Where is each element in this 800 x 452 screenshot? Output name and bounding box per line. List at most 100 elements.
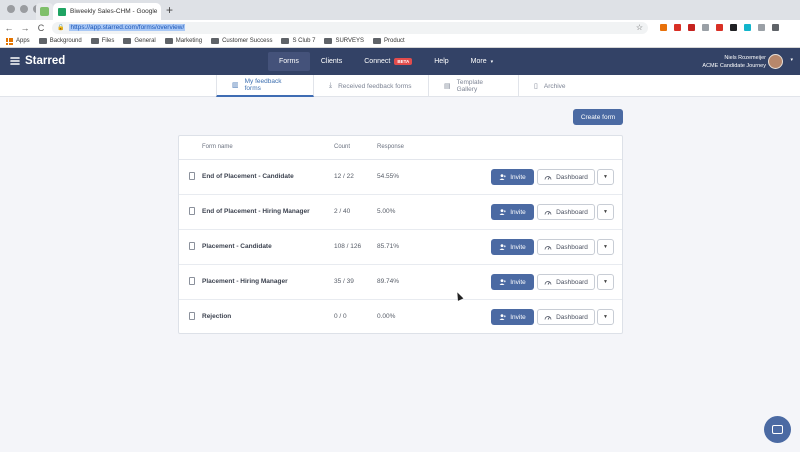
new-tab-button[interactable]: + bbox=[166, 3, 173, 17]
account-chevron-down-icon[interactable]: ▾ bbox=[790, 57, 793, 63]
header-form-name[interactable]: Form name bbox=[202, 144, 233, 150]
bookmark-item[interactable]: Files bbox=[90, 38, 114, 44]
invite-label: Invite bbox=[510, 278, 526, 286]
bookmark-label: Marketing bbox=[175, 38, 203, 44]
nav-forms[interactable]: Forms bbox=[268, 52, 310, 71]
tab-template-gallery[interactable]: ▤ Template Gallery bbox=[429, 75, 519, 97]
bookmark-item[interactable]: General bbox=[123, 38, 156, 44]
nav-help[interactable]: Help bbox=[423, 52, 459, 71]
nav-clients-label: Clients bbox=[320, 58, 343, 65]
dashboard-label: Dashboard bbox=[556, 313, 588, 321]
bookmark-item[interactable]: S Club 7 bbox=[281, 38, 315, 44]
extension-icon[interactable] bbox=[758, 24, 765, 31]
row-options-button[interactable]: ▼ bbox=[597, 239, 614, 255]
browser-toolbar: ← → C 🔒 https://app.starred.com/forms/ov… bbox=[0, 20, 800, 35]
header-response[interactable]: Response bbox=[377, 144, 404, 150]
extension-icon[interactable] bbox=[660, 24, 667, 31]
document-icon bbox=[189, 172, 195, 180]
gauge-icon bbox=[544, 316, 552, 320]
back-icon[interactable]: ← bbox=[4, 23, 14, 33]
table-row: Placement - Hiring Manager 35 / 39 89.74% I… bbox=[179, 265, 622, 300]
starred-logo[interactable]: Starred bbox=[9, 55, 65, 67]
bookmark-label: S Club 7 bbox=[292, 38, 316, 44]
url-text[interactable]: https://app.starred.com/forms/overview/ bbox=[69, 24, 186, 31]
tab-archive[interactable]: ▯ Archive bbox=[519, 75, 585, 97]
invite-button[interactable]: Invite bbox=[491, 309, 534, 325]
form-count: 12 / 22 bbox=[334, 173, 354, 180]
dashboard-button[interactable]: Dashboard bbox=[537, 169, 595, 185]
extension-icon[interactable] bbox=[688, 24, 695, 31]
caret-down-icon: ▼ bbox=[603, 314, 608, 320]
bookmark-item[interactable]: Apps bbox=[6, 37, 30, 45]
extension-icon[interactable] bbox=[702, 24, 709, 31]
form-name[interactable]: Placement - Candidate bbox=[202, 243, 272, 250]
add-user-icon bbox=[499, 244, 507, 250]
form-response: 89.74% bbox=[377, 278, 400, 285]
folder-icon bbox=[211, 38, 220, 44]
chat-launcher-button[interactable] bbox=[764, 416, 791, 443]
row-options-button[interactable]: ▼ bbox=[597, 169, 614, 185]
extension-icon[interactable] bbox=[716, 24, 723, 31]
bookmark-item[interactable]: Product bbox=[373, 38, 405, 44]
bookmark-label: Product bbox=[384, 38, 405, 44]
bookmark-item[interactable]: Marketing bbox=[164, 38, 203, 44]
row-options-button[interactable]: ▼ bbox=[597, 274, 614, 290]
browser-tab-active[interactable]: Biweekly Sales-CHM - Google × bbox=[53, 3, 161, 20]
extension-icon[interactable] bbox=[730, 24, 737, 31]
nav-more[interactable]: More ▾ bbox=[460, 52, 504, 71]
form-name[interactable]: Placement - Hiring Manager bbox=[202, 278, 288, 285]
dashboard-button[interactable]: Dashboard bbox=[537, 309, 595, 325]
row-options-button[interactable]: ▼ bbox=[597, 309, 614, 325]
bookmark-star-icon[interactable]: ☆ bbox=[636, 23, 643, 32]
address-bar[interactable]: 🔒 https://app.starred.com/forms/overview… bbox=[52, 21, 648, 34]
nav-forms-label: Forms bbox=[279, 58, 299, 65]
bookmark-item[interactable]: Background bbox=[38, 38, 82, 44]
reload-icon[interactable]: C bbox=[36, 23, 46, 33]
caret-down-icon: ▼ bbox=[603, 279, 608, 285]
avatar[interactable] bbox=[768, 54, 783, 69]
forward-icon[interactable]: → bbox=[20, 23, 30, 33]
nav-help-label: Help bbox=[434, 58, 449, 65]
minimize-window-button[interactable] bbox=[20, 5, 28, 13]
bookmark-item[interactable]: Customer Success bbox=[211, 38, 272, 44]
bookmark-item[interactable]: SURVEYS bbox=[324, 38, 364, 44]
invite-label: Invite bbox=[510, 243, 526, 251]
dashboard-label: Dashboard bbox=[556, 278, 588, 286]
dashboard-button[interactable]: Dashboard bbox=[537, 274, 595, 290]
tab-my-feedback-forms[interactable]: ▥ My feedback forms bbox=[216, 75, 314, 97]
tab-received-feedback-forms[interactable]: ⤓ Received feedback forms bbox=[314, 75, 429, 97]
dashboard-button[interactable]: Dashboard bbox=[537, 239, 595, 255]
extension-icon[interactable] bbox=[772, 24, 779, 31]
form-response: 0.00% bbox=[377, 313, 396, 320]
browser-tab-bar: Biweekly Sales-CHM - Google × + bbox=[0, 0, 800, 20]
bookmark-label: Background bbox=[49, 38, 82, 44]
folder-icon bbox=[123, 38, 132, 44]
header-count[interactable]: Count bbox=[334, 144, 350, 150]
invite-button[interactable]: Invite bbox=[491, 274, 534, 290]
invite-button[interactable]: Invite bbox=[491, 239, 534, 255]
invite-button[interactable]: Invite bbox=[491, 204, 534, 220]
form-name[interactable]: Rejection bbox=[202, 313, 231, 320]
extension-icon[interactable] bbox=[674, 24, 681, 31]
apps-grid-icon bbox=[6, 37, 13, 45]
create-form-button[interactable]: Create form bbox=[573, 109, 623, 125]
account-info[interactable]: Niels Rozemeijer ACME Candidate Journey bbox=[702, 54, 766, 70]
nav-clients[interactable]: Clients bbox=[310, 52, 353, 71]
row-options-button[interactable]: ▼ bbox=[597, 204, 614, 220]
form-name[interactable]: End of Placement - Hiring Manager bbox=[202, 208, 310, 215]
user-org: ACME Candidate Journey bbox=[702, 63, 766, 69]
dashboard-button[interactable]: Dashboard bbox=[537, 204, 595, 220]
main-nav: Forms Clients Connect BETA Help More ▾ bbox=[268, 52, 504, 71]
pinned-tab[interactable] bbox=[36, 3, 53, 20]
invite-button[interactable]: Invite bbox=[491, 169, 534, 185]
download-icon: ⤓ bbox=[329, 82, 333, 89]
nav-connect[interactable]: Connect BETA bbox=[353, 52, 423, 71]
lock-icon: 🔒 bbox=[57, 25, 65, 31]
extension-icon[interactable] bbox=[744, 24, 751, 31]
add-user-icon bbox=[499, 209, 507, 215]
form-name[interactable]: End of Placement - Candidate bbox=[202, 173, 294, 180]
document-icon bbox=[189, 277, 195, 285]
close-window-button[interactable] bbox=[7, 5, 15, 13]
logo-text: Starred bbox=[25, 55, 66, 67]
invite-label: Invite bbox=[510, 208, 526, 216]
